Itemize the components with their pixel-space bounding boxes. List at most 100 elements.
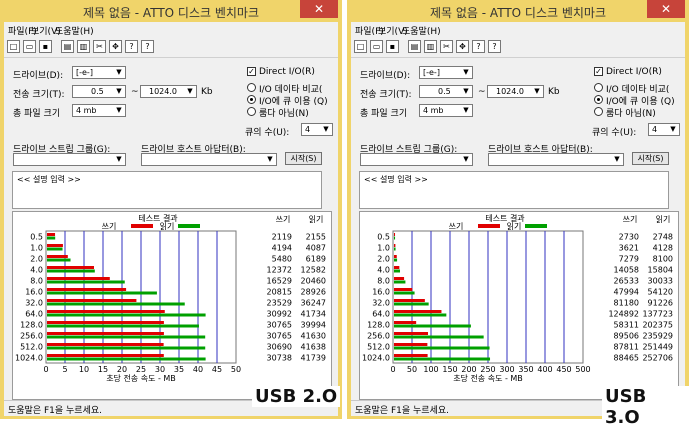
close-button[interactable]: ✕ [647,0,685,18]
read-bar [394,247,396,251]
read-value: 30033 [648,277,673,286]
radio-overlapped[interactable] [594,95,603,104]
write-bar [394,244,396,247]
open-folder-icon[interactable]: ▭ [370,40,383,53]
radio-neither[interactable] [594,107,603,116]
direct-io-checkbox[interactable]: ✓ [247,67,256,76]
y-tick-label: 64.0 [372,310,390,319]
write-value: 47994 [614,288,639,297]
cut-icon[interactable]: ✂ [440,40,453,53]
description-text: << 설명 입력 >> [17,175,81,184]
write-value: 89506 [614,332,639,341]
x-tick-label: 450 [556,365,571,374]
drive-select[interactable]: [-e-] ▼ [419,66,473,79]
y-tick-label: 8.0 [377,277,390,286]
save-icon[interactable]: ▪ [39,40,52,53]
settings-panel: 드라이브(D): [-e-] ▼ 전송 크기(T): 0.5 ▼ ~1024.0 ▼ Kb 총 파… [351,58,685,400]
context-help-icon[interactable]: ? [141,40,154,53]
host-adapter-select[interactable]: ▼ [141,153,277,166]
read-bar [47,357,206,361]
transfer-from-select[interactable]: 0.5 ▼ [419,85,473,98]
read-bar [394,258,398,262]
transfer-from-select[interactable]: 0.5 ▼ [72,85,126,98]
read-bar [394,302,429,306]
radio-overlapped[interactable] [247,95,256,104]
start-button[interactable]: 시작(S) [632,152,669,165]
host-adapter-select[interactable]: ▼ [488,153,624,166]
drive-select[interactable]: [-e-] ▼ [72,66,126,79]
write-bar [47,288,127,291]
read-value: 12582 [301,266,326,275]
print-icon[interactable]: ▤ [61,40,74,53]
window-usb2: 제목 없음 - ATTO 디스크 벤치마크 ✕ 파일(F) 보기(V) 도움말(H) □ ▭… [0,0,342,419]
read-bar [394,324,471,328]
y-tick-label: 1.0 [30,244,43,253]
context-help-icon[interactable]: ? [488,40,501,53]
start-button[interactable]: 시작(S) [285,152,322,165]
read-value: 91226 [648,299,673,308]
title-bar[interactable]: 제목 없음 - ATTO 디스크 벤치마크 ✕ [0,0,342,22]
x-tick-label: 35 [174,365,184,374]
total-size-label: 총 파일 크기 [13,109,61,119]
description-textarea[interactable]: << 설명 입력 >> [359,171,669,209]
read-bar [394,346,490,350]
move-icon[interactable]: ✥ [456,40,469,53]
stream-group-select[interactable]: ▼ [13,153,126,166]
queue-depth-select[interactable]: 4 ▼ [648,123,680,136]
title-bar[interactable]: 제목 없음 - ATTO 디스크 벤치마크 ✕ [347,0,689,22]
x-tick-label: 20 [117,365,127,374]
total-size-value: 4 mb [76,106,97,115]
queue-depth-select[interactable]: 4 ▼ [301,123,333,136]
transfer-to-select[interactable]: 1024.0 ▼ [140,85,197,98]
write-bar [394,343,428,346]
results-chart: 테스트 결과쓰기 읽기쓰기 읽기0 5 10 15 20 25 30 35 40 45 50초당 전송 … [15,213,326,383]
write-value: 12372 [267,266,292,275]
write-value: 20815 [267,288,292,297]
help-icon[interactable]: ? [472,40,485,53]
x-tick-label: 45 [212,365,222,374]
read-value: 2155 [306,233,326,242]
radio-compare[interactable] [594,83,603,92]
total-size-select[interactable]: 4 mb ▼ [72,104,126,117]
radio-neither[interactable] [247,107,256,116]
read-value: 6189 [306,255,326,264]
new-file-icon[interactable]: □ [354,40,367,53]
read-bar [394,291,415,295]
menu-item-2[interactable]: 도움말(H) [402,24,441,37]
y-tick-label: 256.0 [20,332,43,341]
print-preview-icon[interactable]: ▥ [424,40,437,53]
y-tick-label: 2.0 [377,255,390,264]
write-bar [47,310,165,313]
total-size-select[interactable]: 4 mb ▼ [419,104,473,117]
write-value: 30992 [267,310,292,319]
chevron-down-icon: ▼ [187,87,193,95]
direct-io-label: Direct I/O(R) [606,67,662,77]
print-icon[interactable]: ▤ [408,40,421,53]
read-bar [47,302,185,306]
direct-io-checkbox[interactable]: ✓ [594,67,603,76]
drive-label: 드라이브(D): [13,71,64,81]
y-tick-label: 16.0 [372,288,390,297]
read-value: 41630 [301,332,326,341]
print-preview-icon[interactable]: ▥ [77,40,90,53]
move-icon[interactable]: ✥ [109,40,122,53]
help-icon[interactable]: ? [125,40,138,53]
close-button[interactable]: ✕ [300,0,338,18]
description-textarea[interactable]: << 설명 입력 >> [12,171,322,209]
radio-compare[interactable] [247,83,256,92]
new-file-icon[interactable]: □ [7,40,20,53]
read-value: 41734 [301,310,326,319]
read-bar [394,357,491,361]
read-value: 202375 [642,321,673,330]
legend-read-label: 읽기 [507,222,522,231]
transfer-separator: ~ [478,87,486,97]
queue-depth-label: 큐의 수(U): [245,128,290,138]
save-icon[interactable]: ▪ [386,40,399,53]
stream-group-select[interactable]: ▼ [360,153,473,166]
open-folder-icon[interactable]: ▭ [23,40,36,53]
cut-icon[interactable]: ✂ [93,40,106,53]
menu-item-2[interactable]: 도움말(H) [55,24,94,37]
read-bar [47,291,157,295]
read-bar [47,346,206,350]
transfer-to-select[interactable]: 1024.0 ▼ [487,85,544,98]
